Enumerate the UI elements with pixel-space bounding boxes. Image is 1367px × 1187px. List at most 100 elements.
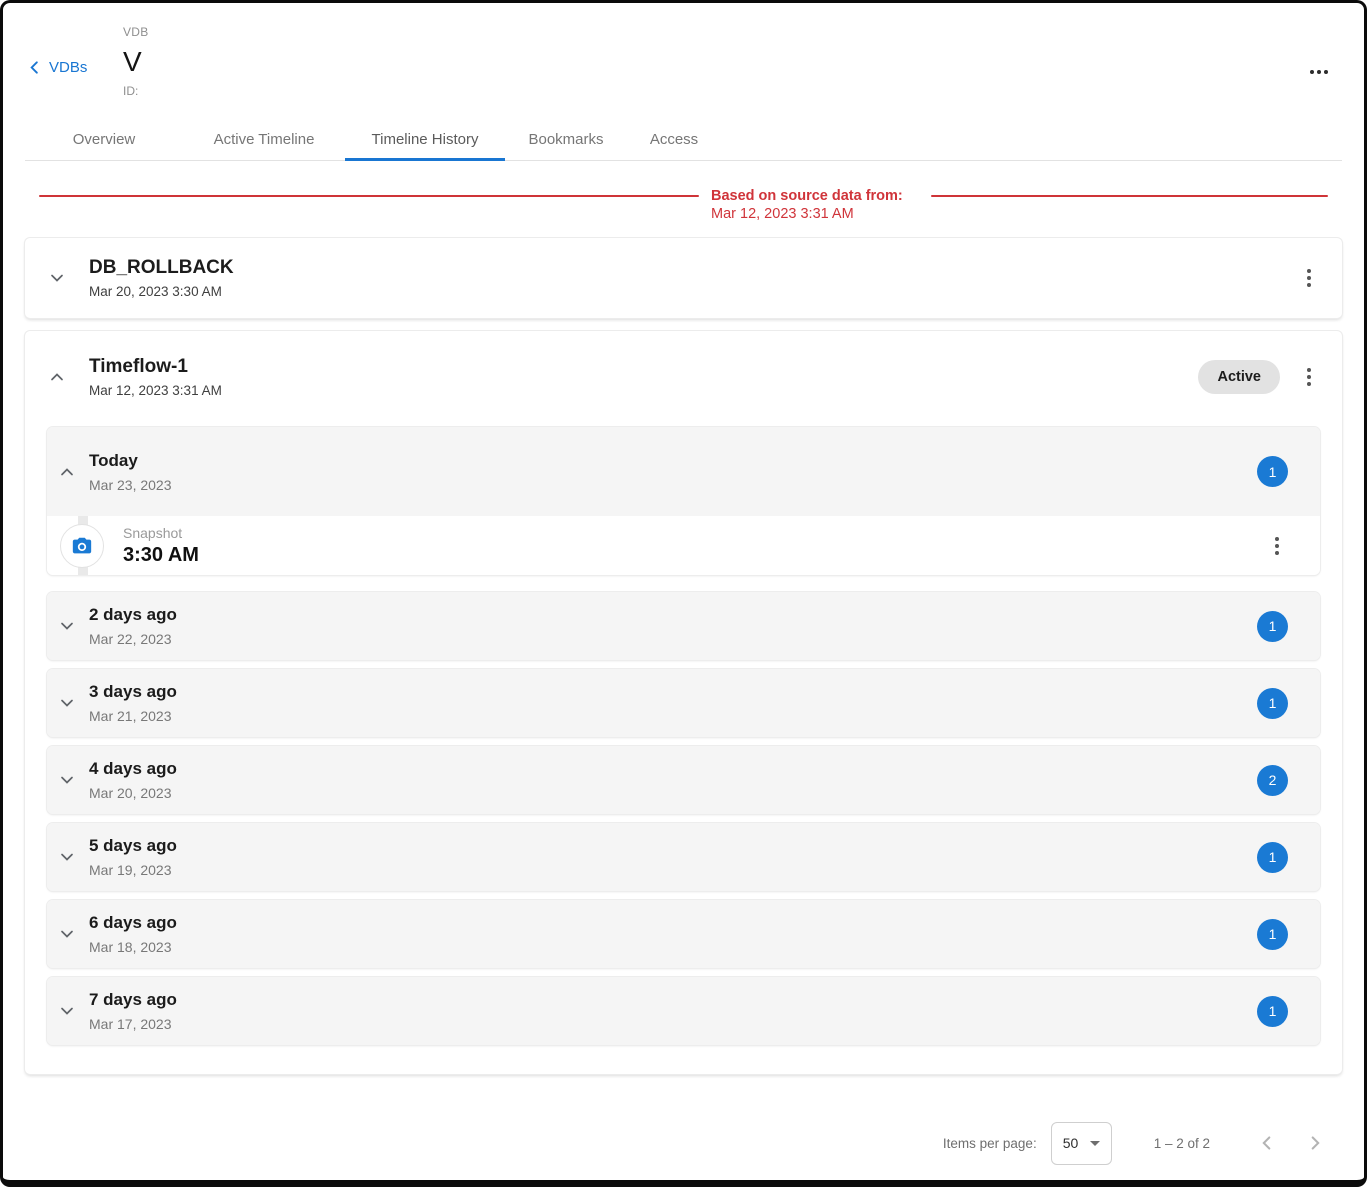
- chevron-down-icon: [59, 1003, 75, 1019]
- snapshot-row[interactable]: Snapshot 3:30 AM: [47, 516, 1320, 575]
- expand-day-button[interactable]: [55, 922, 79, 946]
- day-group-5-days-ago: 5 days ago Mar 19, 2023 1: [47, 823, 1320, 891]
- day-title: 7 days ago: [89, 990, 177, 1010]
- day-group-header[interactable]: 4 days ago Mar 20, 2023 2: [47, 746, 1320, 814]
- day-titles: 3 days ago Mar 21, 2023: [89, 682, 177, 724]
- back-link-label: VDBs: [49, 59, 87, 76]
- collapse-day-button[interactable]: [55, 460, 79, 484]
- day-group-header[interactable]: 2 days ago Mar 22, 2023 1: [47, 592, 1320, 660]
- chevron-down-icon: [59, 926, 75, 942]
- chevron-down-icon: [49, 270, 65, 286]
- expand-day-button[interactable]: [55, 691, 79, 715]
- page-header: VDBs VDB V ID:: [3, 3, 1364, 118]
- expand-day-button[interactable]: [55, 999, 79, 1023]
- section-date: Mar 12, 2023 3:31 AM: [89, 383, 222, 398]
- day-titles: 5 days ago Mar 19, 2023: [89, 836, 177, 878]
- tab-access[interactable]: Access: [627, 118, 721, 160]
- section-title: DB_ROLLBACK: [89, 257, 234, 279]
- day-titles: Today Mar 23, 2023: [89, 451, 172, 493]
- day-group-header[interactable]: Today Mar 23, 2023 1: [47, 427, 1320, 516]
- entity-type-label: VDB: [123, 25, 1364, 39]
- previous-page-button[interactable]: [1254, 1130, 1280, 1156]
- section-menu-button[interactable]: [1300, 268, 1318, 288]
- page-size-select[interactable]: 50: [1051, 1122, 1112, 1165]
- day-titles: 7 days ago Mar 17, 2023: [89, 990, 177, 1032]
- banner-title: Based on source data from:: [711, 187, 903, 205]
- snapshot-count-badge: 1: [1257, 611, 1288, 642]
- timeline-content: DB_ROLLBACK Mar 20, 2023 3:30 AM Timeflo…: [25, 238, 1342, 1074]
- day-date: Mar 23, 2023: [89, 477, 172, 493]
- page-title: V: [123, 46, 1364, 78]
- chevron-up-icon: [49, 369, 65, 385]
- snapshot-count-badge: 1: [1257, 842, 1288, 873]
- banner-date: Mar 12, 2023 3:31 AM: [711, 205, 903, 223]
- day-group-header[interactable]: 5 days ago Mar 19, 2023 1: [47, 823, 1320, 891]
- day-title: 4 days ago: [89, 759, 177, 779]
- day-group-6-days-ago: 6 days ago Mar 18, 2023 1: [47, 900, 1320, 968]
- day-group-4-days-ago: 4 days ago Mar 20, 2023 2: [47, 746, 1320, 814]
- banner-rule-left: [39, 195, 699, 197]
- expand-day-button[interactable]: [55, 614, 79, 638]
- snapshot-marker: [60, 524, 104, 568]
- vdb-detail-page: VDBs VDB V ID: Overview Active Timeline …: [0, 0, 1367, 1187]
- day-group-header[interactable]: 6 days ago Mar 18, 2023 1: [47, 900, 1320, 968]
- banner-text: Based on source data from: Mar 12, 2023 …: [699, 187, 915, 223]
- day-title: 5 days ago: [89, 836, 177, 856]
- snapshot-count-badge: 1: [1257, 456, 1288, 487]
- tab-active-timeline[interactable]: Active Timeline: [183, 118, 345, 160]
- tab-bar: Overview Active Timeline Timeline Histor…: [25, 118, 1342, 161]
- day-group-3-days-ago: 3 days ago Mar 21, 2023 1: [47, 669, 1320, 737]
- chevron-down-icon: [59, 772, 75, 788]
- section-title: Timeflow-1: [89, 356, 222, 378]
- expand-section-button[interactable]: [45, 266, 69, 290]
- chevron-down-icon: [59, 849, 75, 865]
- tab-bookmarks[interactable]: Bookmarks: [505, 118, 627, 160]
- day-title: 3 days ago: [89, 682, 177, 702]
- tab-timeline-history[interactable]: Timeline History: [345, 118, 505, 160]
- tab-overview[interactable]: Overview: [25, 118, 183, 160]
- section-header: Timeflow-1 Mar 12, 2023 3:31 AM Active: [25, 331, 1342, 423]
- expand-day-button[interactable]: [55, 768, 79, 792]
- day-date: Mar 17, 2023: [89, 1016, 177, 1032]
- day-title: Today: [89, 451, 172, 471]
- day-date: Mar 18, 2023: [89, 939, 177, 955]
- more-vertical-icon: [1307, 269, 1311, 273]
- section-date: Mar 20, 2023 3:30 AM: [89, 284, 234, 299]
- chevron-down-icon: [59, 695, 75, 711]
- next-page-button[interactable]: [1302, 1130, 1328, 1156]
- tab-label: Active Timeline: [214, 131, 315, 148]
- day-date: Mar 21, 2023: [89, 708, 177, 724]
- snapshot-count-badge: 1: [1257, 996, 1288, 1027]
- more-vertical-icon: [1275, 537, 1279, 541]
- day-group-7-days-ago: 7 days ago Mar 17, 2023 1: [47, 977, 1320, 1045]
- expand-day-button[interactable]: [55, 845, 79, 869]
- chevron-down-icon: [59, 618, 75, 634]
- day-titles: 4 days ago Mar 20, 2023: [89, 759, 177, 801]
- snapshot-menu-button[interactable]: [1268, 536, 1286, 556]
- section-titles: Timeflow-1 Mar 12, 2023 3:31 AM: [89, 356, 222, 398]
- tab-label: Overview: [73, 131, 136, 148]
- collapse-section-button[interactable]: [45, 365, 69, 389]
- day-date: Mar 19, 2023: [89, 862, 177, 878]
- day-date: Mar 20, 2023: [89, 785, 177, 801]
- day-title: 6 days ago: [89, 913, 177, 933]
- tab-label: Timeline History: [372, 131, 479, 148]
- day-titles: 2 days ago Mar 22, 2023: [89, 605, 177, 647]
- page-size-value: 50: [1063, 1135, 1079, 1151]
- day-group-header[interactable]: 3 days ago Mar 21, 2023 1: [47, 669, 1320, 737]
- day-group-list: Today Mar 23, 2023 1 Snapshot 3:30 AM: [47, 427, 1320, 1045]
- day-title: 2 days ago: [89, 605, 177, 625]
- section-actions: [1300, 268, 1318, 288]
- section-menu-button[interactable]: [1300, 367, 1318, 387]
- chevron-left-icon: [27, 60, 42, 75]
- entity-id-label: ID:: [123, 84, 1364, 98]
- day-group-today: Today Mar 23, 2023 1 Snapshot 3:30 AM: [47, 427, 1320, 575]
- title-block: VDB V ID:: [3, 3, 1364, 98]
- pagination-range-label: 1 – 2 of 2: [1154, 1136, 1210, 1151]
- back-to-vdbs-link[interactable]: VDBs: [27, 59, 87, 76]
- day-group-header[interactable]: 7 days ago Mar 17, 2023 1: [47, 977, 1320, 1045]
- more-actions-button[interactable]: [1310, 65, 1330, 79]
- caret-down-icon: [1090, 1141, 1100, 1146]
- active-status-badge: Active: [1198, 360, 1280, 394]
- snapshot-count-badge: 1: [1257, 919, 1288, 950]
